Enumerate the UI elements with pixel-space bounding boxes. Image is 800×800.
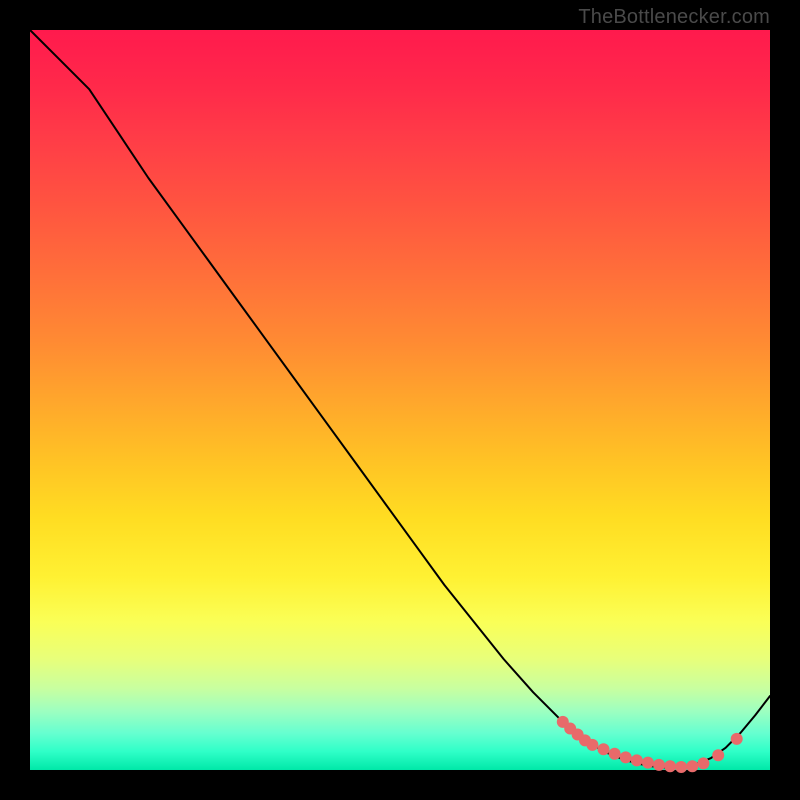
curve-marker (712, 749, 724, 761)
curve-marker (609, 748, 621, 760)
curve-marker (731, 733, 743, 745)
curve-marker (675, 761, 687, 773)
curve-marker (664, 760, 676, 772)
bottleneck-curve-line (30, 30, 770, 768)
marker-group (557, 716, 743, 773)
curve-marker (631, 754, 643, 766)
curve-marker (697, 757, 709, 769)
curve-marker (686, 760, 698, 772)
attribution-label: TheBottlenecker.com (578, 6, 770, 29)
curve-marker (598, 743, 610, 755)
curve-marker (642, 757, 654, 769)
curve-marker (586, 739, 598, 751)
curve-marker (620, 751, 632, 763)
plot-area (30, 30, 770, 770)
chart-frame: TheBottlenecker.com (0, 0, 800, 800)
curve-marker (653, 759, 665, 771)
chart-svg (30, 30, 770, 770)
